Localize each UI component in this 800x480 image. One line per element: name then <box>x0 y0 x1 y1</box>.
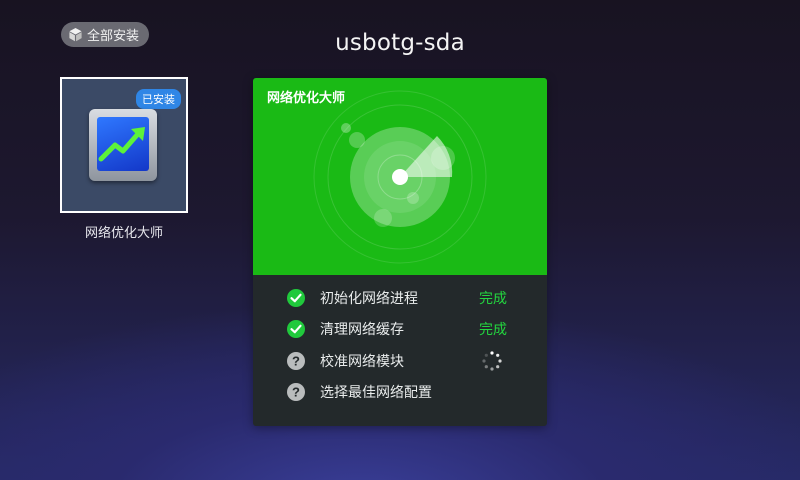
svg-text:?: ? <box>292 354 300 369</box>
task-row: 清理网络缓存 完成 <box>287 317 517 341</box>
installed-badge: 已安装 <box>136 89 181 109</box>
chart-up-icon <box>89 109 157 181</box>
task-status: 完成 <box>479 291 507 307</box>
task-label: 校准网络模块 <box>320 354 404 370</box>
task-label: 选择最佳网络配置 <box>320 385 432 401</box>
check-icon <box>287 289 305 307</box>
card-title: 网络优化大师 <box>267 91 346 106</box>
question-icon: ? <box>287 383 305 401</box>
page-title: usbotg-sda <box>335 30 465 56</box>
app-name-label: 网络优化大师 <box>84 226 163 241</box>
task-label: 清理网络缓存 <box>320 322 404 338</box>
radar-icon <box>313 90 487 264</box>
check-icon <box>287 320 305 338</box>
cube-icon <box>69 27 82 42</box>
svg-text:?: ? <box>292 385 300 400</box>
task-row: ? 校准网络模块 <box>287 349 517 373</box>
task-status: 完成 <box>479 322 507 338</box>
task-label: 初始化网络进程 <box>320 291 418 307</box>
install-all-button[interactable]: 全部安装 <box>61 22 150 47</box>
app-tile[interactable]: 已安装 <box>60 77 188 213</box>
loading-spinner-icon <box>482 351 502 371</box>
task-row: 初始化网络进程 完成 <box>287 286 517 310</box>
question-icon: ? <box>287 352 305 370</box>
optimizer-card: 网络优化大师 初始化网络进程 完成 清理网络缓存 完成 ? 校准网络模块 ? 选… <box>253 78 547 426</box>
task-row: ? 选择最佳网络配置 <box>287 380 517 404</box>
card-header: 网络优化大师 <box>253 78 547 275</box>
install-all-label: 全部安装 <box>87 29 140 44</box>
